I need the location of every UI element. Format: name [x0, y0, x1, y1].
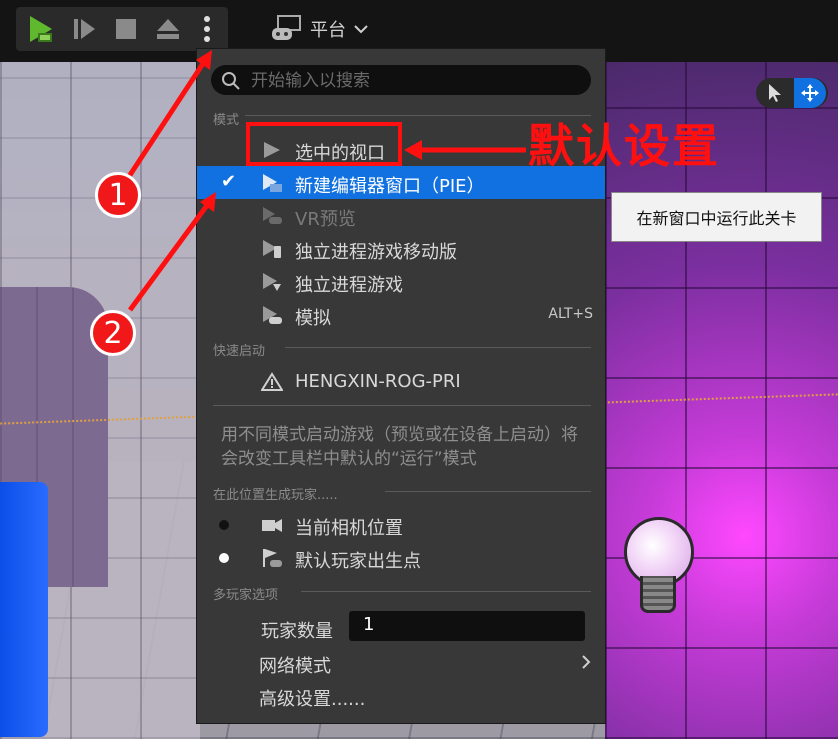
annotation-badge-2: 2: [90, 310, 136, 356]
annotation-default-label: 默认设置: [528, 119, 720, 173]
annotation-badge-1: 1: [95, 172, 141, 218]
